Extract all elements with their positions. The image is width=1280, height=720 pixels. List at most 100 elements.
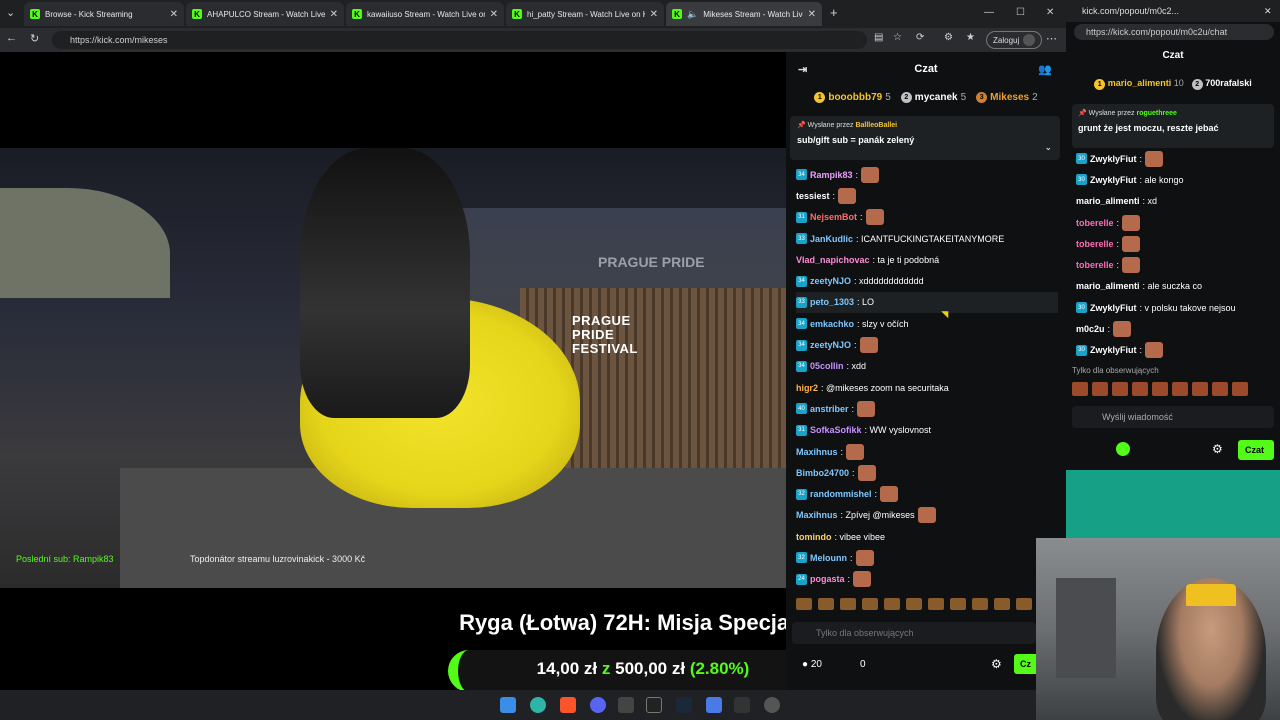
chat-username[interactable]: Maxihnus [796,447,838,457]
obs-icon[interactable] [618,697,634,713]
gear-icon[interactable]: ⚙ [1212,442,1223,456]
leaderboard-item[interactable]: 3 Mikeses 2 [976,91,1038,103]
emote[interactable] [1016,598,1032,610]
chat-username[interactable]: emkachko [810,319,854,329]
chat-message[interactable]: mario_alimenti: xd [1076,191,1276,212]
chat-message[interactable]: tomindo: vibee vibee [796,526,1058,547]
chat-message[interactable]: 31 NejsemBot: [796,207,1058,228]
chat-username[interactable]: SofkaSofikk [810,425,862,435]
epic-games-icon[interactable] [646,697,662,713]
emote[interactable] [928,598,944,610]
tab-ahapulco[interactable]: K AHAPULCO Stream - Watch Live o ✕ [186,2,344,26]
chat-message[interactable]: Maxihnus: [796,441,1058,462]
reload-icon[interactable]: ↻ [30,32,39,45]
chat-message[interactable]: mario_alimenti: ale suczka co [1076,276,1276,297]
popout-pinned-message[interactable]: 📌 Wysłane przez roguethreee grunt że jes… [1072,104,1274,148]
extensions-icon[interactable]: ⚙ [944,32,953,43]
start-icon[interactable] [500,697,516,713]
chat-message[interactable]: 33 peto_1303: LO [796,291,1058,314]
chat-message[interactable]: 30 ZwyklyFiut: v polsku takove nejsou [1076,297,1276,318]
leaderboard-item[interactable]: 1 booobbb79 5 [814,91,891,103]
chat-username[interactable]: Maxihnus [796,510,838,520]
chat-message[interactable]: m0c2u: [1076,318,1276,339]
brave-icon[interactable] [560,697,576,713]
emote[interactable] [884,598,900,610]
chat-username[interactable]: tomindo [796,532,832,542]
close-icon[interactable]: ✕ [650,9,658,20]
chat-username[interactable]: zeetyNJO [810,276,851,286]
close-icon[interactable]: ✕ [170,9,178,20]
tab-kawaiiuso[interactable]: K kawaiiuso Stream - Watch Live on ✕ [346,2,504,26]
chat-message[interactable]: 34 Rampik83: [796,164,1058,185]
window-close-button[interactable]: ✕ [1046,7,1054,18]
chat-username[interactable]: peto_1303 [810,297,854,307]
window-close-button[interactable]: ✕ [1264,6,1272,17]
chat-message[interactable]: 30 ZwyklyFiut: [1076,340,1276,361]
chat-username[interactable]: Melounn [810,553,847,563]
chat-message[interactable]: 24 pogasta: [796,569,1058,590]
tab-list-icon[interactable]: ⌄ [6,6,15,19]
chat-message[interactable]: toberelle: [1076,212,1276,233]
emote[interactable] [1172,382,1188,396]
login-button[interactable]: Zaloguj [986,31,1043,49]
edge-icon[interactable] [530,697,546,713]
emote[interactable] [1232,382,1248,396]
chat-username[interactable]: pogasta [810,574,845,584]
chat-message[interactable]: higr2: @mikeses zoom na securitaka [796,377,1058,398]
emote[interactable] [994,598,1010,610]
chat-username[interactable]: anstriber [810,404,849,414]
url-field[interactable]: https://kick.com/mikeses [52,31,867,49]
speaker-icon[interactable]: 🔈 [687,9,698,20]
app-icon[interactable] [706,697,722,713]
emote[interactable] [1132,382,1148,396]
emote[interactable] [796,598,812,610]
reader-icon[interactable]: ▤ [874,32,883,43]
discord-icon[interactable] [590,697,606,713]
chat-message[interactable]: Vlad_napichovac: ta je ti podobná [796,249,1058,270]
maximize-button[interactable]: ☐ [1016,7,1025,18]
chat-username[interactable]: Bimbo24700 [796,468,849,478]
emote[interactable] [862,598,878,610]
chat-message[interactable]: tessiest: [796,185,1058,206]
tab-hi-patty[interactable]: K hi_patty Stream - Watch Live on K ✕ [506,2,664,26]
tab-mikeses[interactable]: K 🔈 Mikeses Stream - Watch Live ✕ [666,2,822,26]
favorites-icon[interactable]: ★ [966,32,975,43]
chat-username[interactable]: ZwyklyFiut [1090,154,1137,164]
extension-icon[interactable]: ⟳ [916,32,924,43]
chat-username[interactable]: JanKudlic [810,234,853,244]
popout-send-button[interactable]: Czat [1238,440,1274,460]
chat-message[interactable]: Maxihnus: Zpívej @mikeses [796,505,1058,526]
chat-username[interactable]: toberelle [1076,218,1114,228]
chat-message[interactable]: 33 JanKudlic: ICANTFUCKINGTAKEITANYMORE [796,228,1058,249]
chat-username[interactable]: higr2 [796,383,818,393]
back-icon[interactable]: ← [6,32,17,44]
chat-message[interactable]: 40 anstriber: [796,398,1058,419]
channel-points[interactable]: ● 20 [802,659,822,670]
emote[interactable] [1152,382,1168,396]
emote[interactable] [906,598,922,610]
chat-username[interactable]: zeetyNJO [810,340,851,350]
chat-message[interactable]: 34 emkachko: slzy v očích [796,313,1058,334]
chat-message[interactable]: toberelle: [1076,254,1276,275]
emote[interactable] [840,598,856,610]
chat-username[interactable]: tessiest [796,191,830,201]
chat-message[interactable]: 30 ZwyklyFiut: [1076,148,1276,169]
chat-username[interactable]: toberelle [1076,239,1114,249]
leaderboard-item[interactable]: 2 700rafalski [1191,78,1252,90]
emote[interactable] [1072,382,1088,396]
more-menu-icon[interactable]: ⋯ [1046,32,1057,45]
chat-username[interactable]: mario_alimenti [1076,281,1140,291]
chat-username[interactable]: ZwyklyFiut [1090,303,1137,313]
chat-username[interactable]: randommishel [810,489,872,499]
chat-message[interactable]: 34 zeetyNJO: [796,334,1058,355]
popout-chat-input[interactable]: Wyślij wiadomość [1072,406,1274,428]
gear-icon[interactable]: ⚙ [991,657,1002,671]
emote[interactable] [1192,382,1208,396]
app-icon[interactable] [764,697,780,713]
chat-message[interactable]: toberelle: [1076,233,1276,254]
chat-message[interactable]: Bimbo24700: [796,462,1058,483]
app-icon[interactable] [734,697,750,713]
emote[interactable] [1212,382,1228,396]
steam-icon[interactable] [676,697,692,713]
chat-message[interactable]: 34 05collin: xdd [796,356,1058,377]
